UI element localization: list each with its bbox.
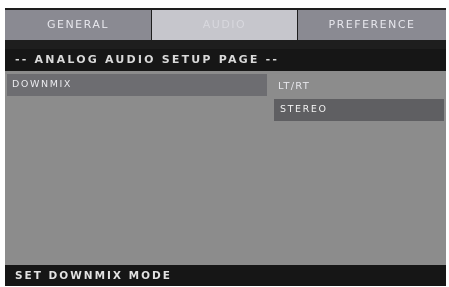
- tab-bar: GENERAL AUDIO PREFERENCE: [5, 10, 446, 40]
- current-value-label: LT/RT: [278, 81, 311, 92]
- option-stereo[interactable]: STEREO: [274, 99, 444, 121]
- page-title: -- ANALOG AUDIO SETUP PAGE --: [5, 49, 446, 71]
- tab-preference[interactable]: PREFERENCE: [298, 10, 446, 40]
- tab-audio[interactable]: AUDIO: [152, 10, 297, 40]
- tab-general[interactable]: GENERAL: [5, 10, 151, 40]
- menu-item-downmix[interactable]: DOWNMIX: [7, 74, 267, 96]
- osd-screen: GENERAL AUDIO PREFERENCE -- ANALOG AUDIO…: [0, 0, 449, 287]
- status-hint: SET DOWNMIX MODE: [5, 265, 446, 286]
